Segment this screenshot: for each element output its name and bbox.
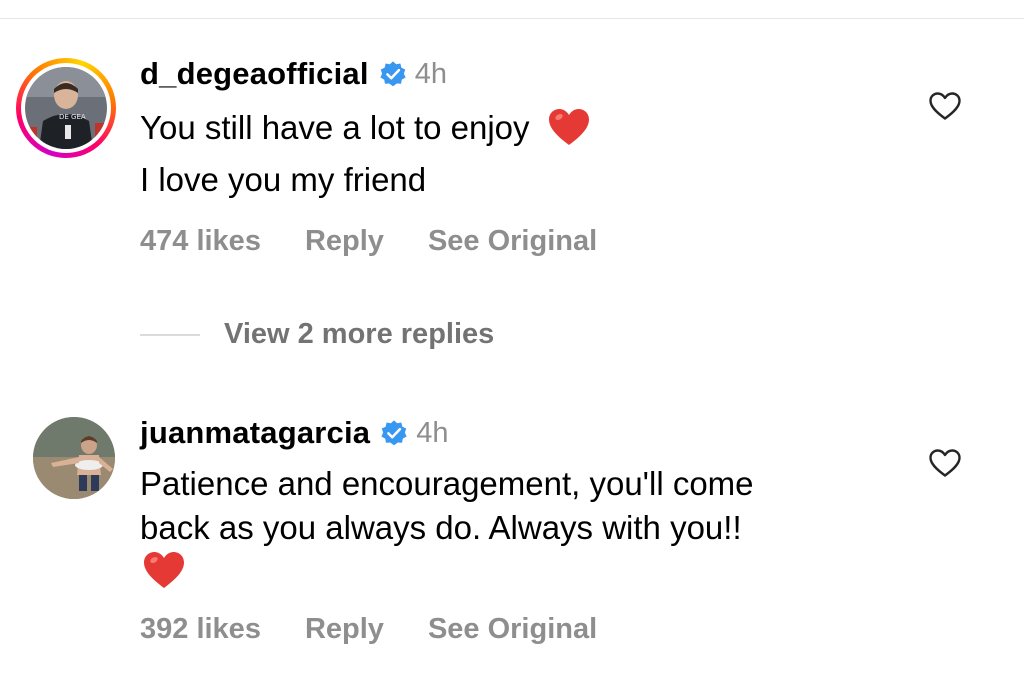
verified-badge-icon bbox=[381, 420, 407, 446]
story-ring[interactable]: DE GEA bbox=[16, 58, 116, 158]
comment-line: You still have a lot to enjoy bbox=[140, 109, 530, 146]
see-original-button[interactable]: See Original bbox=[428, 613, 597, 646]
comment-line: I love you my friend bbox=[140, 161, 427, 198]
comment-line: back as you always do. Always with you!! bbox=[140, 509, 742, 546]
avatar-image: DE GEA bbox=[25, 67, 107, 149]
red-heart-emoji bbox=[548, 109, 589, 145]
view-more-replies-button[interactable]: View 2 more replies bbox=[140, 318, 494, 351]
see-original-button[interactable]: See Original bbox=[428, 225, 597, 258]
verified-badge-icon bbox=[380, 61, 406, 87]
comment-text: You still have a lot to enjoy I love you… bbox=[140, 102, 900, 206]
avatar-image bbox=[33, 417, 115, 499]
username[interactable]: d_degeaofficial bbox=[140, 56, 369, 92]
avatar[interactable] bbox=[33, 417, 115, 499]
reply-button[interactable]: Reply bbox=[305, 225, 384, 258]
username[interactable]: juanmatagarcia bbox=[140, 415, 370, 451]
avatar[interactable]: DE GEA bbox=[25, 67, 107, 149]
heart-outline-icon[interactable] bbox=[928, 448, 962, 478]
comment-line: Patience and encouragement, you'll come bbox=[140, 465, 754, 502]
timestamp: 4h bbox=[416, 416, 449, 449]
likes-count[interactable]: 392 likes bbox=[140, 613, 261, 646]
timestamp: 4h bbox=[414, 57, 447, 90]
reply-button[interactable]: Reply bbox=[305, 613, 384, 646]
red-heart-emoji bbox=[144, 552, 184, 588]
heart-outline-icon[interactable] bbox=[928, 91, 962, 121]
replies-divider bbox=[140, 333, 200, 336]
svg-text:DE GEA: DE GEA bbox=[59, 113, 86, 121]
likes-count[interactable]: 474 likes bbox=[140, 225, 261, 258]
view-more-replies-label: View 2 more replies bbox=[224, 318, 495, 350]
comment-text: Patience and encouragement, you'll come … bbox=[140, 462, 900, 595]
top-divider bbox=[0, 18, 1024, 19]
